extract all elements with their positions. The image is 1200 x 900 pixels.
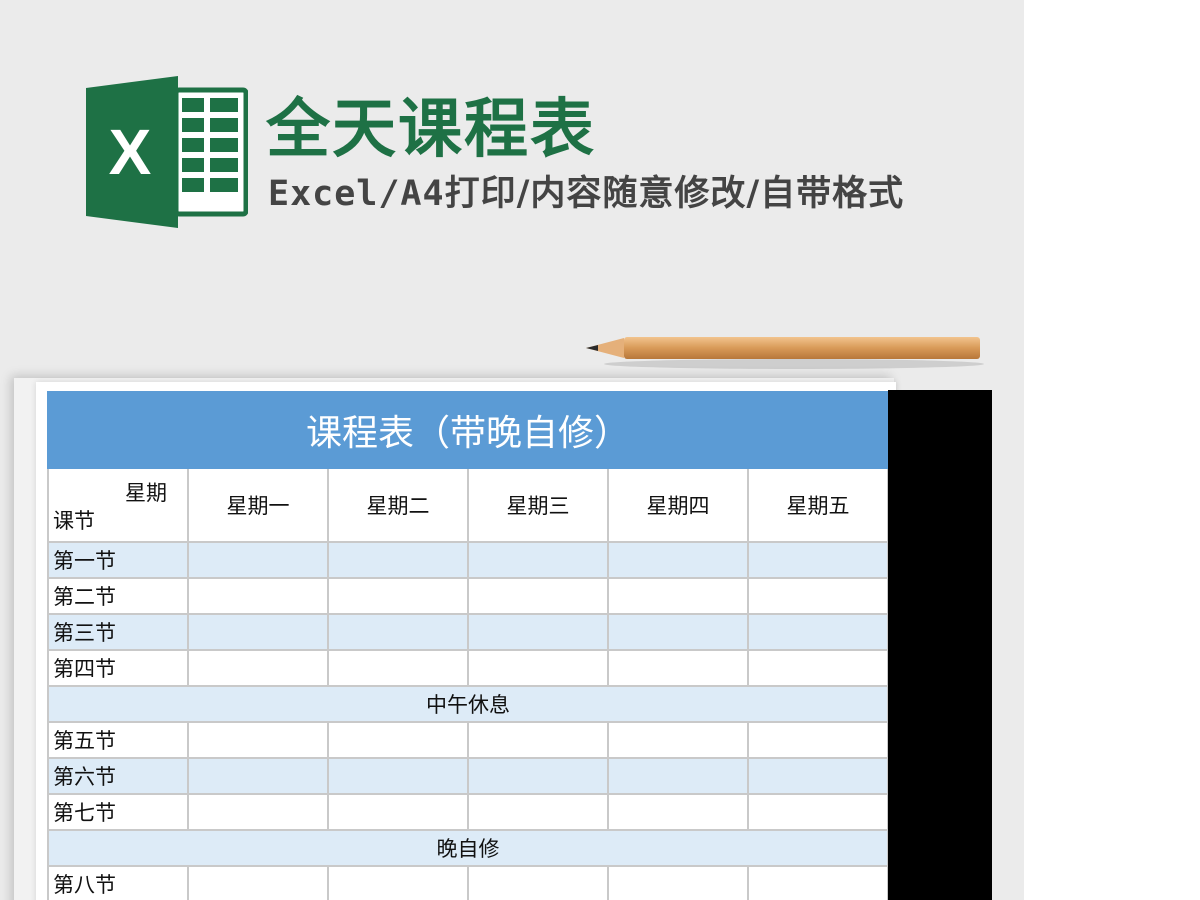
table-row: 第三节: [47, 613, 890, 651]
schedule-cell[interactable]: [607, 793, 749, 831]
schedule-cell[interactable]: [467, 577, 609, 615]
schedule-cell[interactable]: [187, 577, 329, 615]
schedule-cell[interactable]: [746, 865, 890, 900]
table-row: 晚自修: [46, 829, 890, 867]
table-row: 第五节: [47, 721, 890, 759]
table-row: 第一节: [47, 541, 890, 579]
page-title: 全天课程表: [266, 93, 596, 167]
schedule-cell[interactable]: [607, 577, 749, 615]
schedule-cell[interactable]: [746, 613, 890, 651]
schedule-cell[interactable]: [746, 757, 890, 795]
schedule-cell[interactable]: [327, 793, 469, 831]
table-row: 第七节: [47, 793, 890, 831]
schedule-cell[interactable]: [187, 541, 329, 579]
day-header-thu[interactable]: 星期四: [607, 467, 749, 543]
schedule-cell[interactable]: [467, 541, 609, 579]
period-label[interactable]: 第一节: [47, 541, 189, 579]
period-label[interactable]: 第三节: [47, 613, 189, 651]
schedule-title: 课程表（带晚自修）: [46, 391, 890, 469]
subtitle-format: Excel/A4: [268, 174, 445, 214]
table-row: 第八节: [47, 865, 890, 900]
schedule-cell[interactable]: [187, 721, 329, 759]
table-row: 第四节: [47, 649, 890, 687]
day-header-tue[interactable]: 星期二: [327, 467, 469, 543]
schedule-cell[interactable]: [467, 649, 609, 687]
day-header-fri[interactable]: 星期五: [746, 467, 890, 543]
schedule-cell[interactable]: [746, 541, 890, 579]
evening-study-row[interactable]: 晚自修: [46, 829, 890, 867]
period-label[interactable]: 第七节: [47, 793, 189, 831]
schedule-cell[interactable]: [607, 649, 749, 687]
pencil-icon: [586, 337, 984, 369]
corner-weekday-label: 星期: [125, 481, 167, 505]
black-side-panel: [888, 390, 992, 900]
schedule-cell[interactable]: [187, 649, 329, 687]
schedule-cell[interactable]: [607, 865, 749, 900]
schedule-cell[interactable]: [746, 649, 890, 687]
schedule-cell[interactable]: [467, 793, 609, 831]
schedule-cell[interactable]: [746, 793, 890, 831]
schedule-cell[interactable]: [327, 541, 469, 579]
schedule-cell[interactable]: [467, 721, 609, 759]
schedule-cell[interactable]: [607, 541, 749, 579]
schedule-cell[interactable]: [467, 865, 609, 900]
day-header-mon[interactable]: 星期一: [187, 467, 329, 543]
schedule-cell[interactable]: [187, 865, 329, 900]
schedule-cell[interactable]: [467, 757, 609, 795]
schedule-cell[interactable]: [467, 613, 609, 651]
corner-period-label: 课节: [53, 509, 95, 533]
schedule-cell[interactable]: [327, 649, 469, 687]
schedule-cell[interactable]: [327, 577, 469, 615]
schedule-cell[interactable]: [607, 613, 749, 651]
excel-logo-icon: X: [86, 76, 248, 228]
table-row: 中午休息: [46, 685, 890, 723]
subtitle-description: 打印/内容随意修改/自带格式: [444, 174, 905, 214]
schedule-cell[interactable]: [746, 577, 890, 615]
period-label[interactable]: 第五节: [47, 721, 189, 759]
period-label[interactable]: 第四节: [47, 649, 189, 687]
day-header-wed[interactable]: 星期三: [467, 467, 609, 543]
table-row: 第六节: [47, 757, 890, 795]
page-subtitle: Excel/A4打印/内容随意修改/自带格式: [268, 172, 904, 216]
schedule-cell[interactable]: [327, 613, 469, 651]
schedule-cell[interactable]: [327, 721, 469, 759]
schedule-cell[interactable]: [327, 757, 469, 795]
schedule-cell[interactable]: [607, 757, 749, 795]
period-label[interactable]: 第八节: [47, 865, 189, 900]
schedule-cell[interactable]: [187, 793, 329, 831]
logo-letter: X: [109, 116, 152, 188]
noon-break-row[interactable]: 中午休息: [46, 685, 890, 723]
period-label[interactable]: 第二节: [47, 577, 189, 615]
table-row: 第二节: [47, 577, 890, 615]
schedule-cell[interactable]: [187, 757, 329, 795]
corner-header-cell[interactable]: 星期 课节: [47, 467, 189, 543]
schedule-cell[interactable]: [746, 721, 890, 759]
preview-stage: X 全天课程表 Excel/A4打印/内容随意修改/自带格式 课程表（带晚自修）…: [0, 0, 1024, 900]
schedule-cell[interactable]: [327, 865, 469, 900]
schedule-table: 课程表（带晚自修） 星期 课节 星期一 星期二 星期三 星期四 星期五 第一节 …: [46, 391, 890, 900]
schedule-cell[interactable]: [607, 721, 749, 759]
schedule-cell[interactable]: [187, 613, 329, 651]
period-label[interactable]: 第六节: [47, 757, 189, 795]
